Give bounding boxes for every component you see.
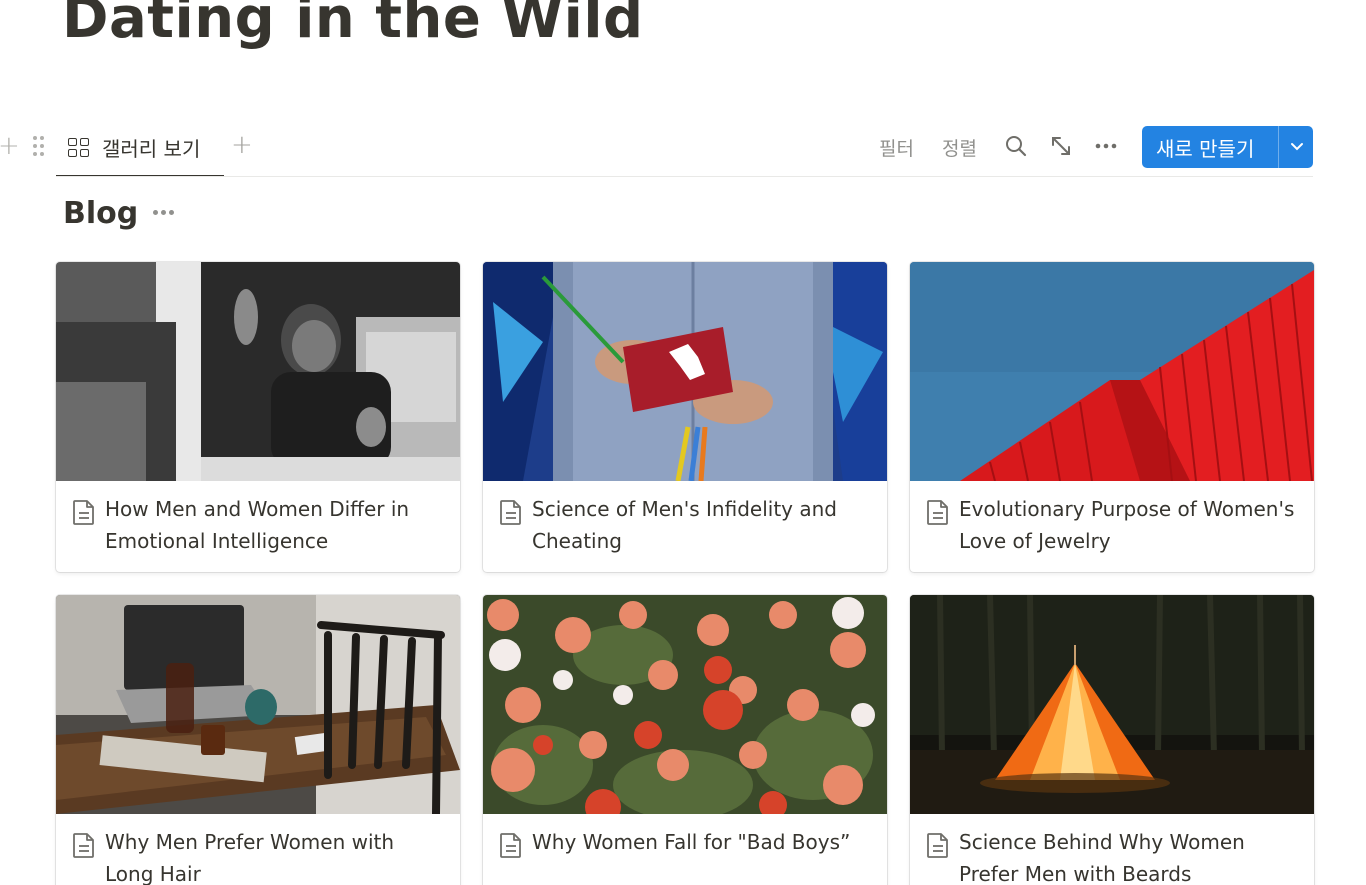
page-document-icon — [926, 831, 950, 859]
gallery-card[interactable]: Science Behind Why Women Prefer Men with… — [910, 595, 1314, 885]
new-button-divider — [1278, 126, 1279, 168]
gallery-card[interactable]: Why Women Fall for "Bad Boys” — [483, 595, 887, 885]
filter-button[interactable]: 필터 — [879, 134, 914, 161]
chevron-down-icon[interactable] — [1287, 136, 1307, 156]
page-document-icon — [72, 498, 96, 526]
more-options-icon[interactable] — [1094, 134, 1118, 158]
card-title: Science of Men's Infidelity and Cheating — [532, 497, 837, 553]
gallery-card[interactable]: Why Men Prefer Women with Long Hair — [56, 595, 460, 885]
new-button-label: 새로 만들기 — [1156, 137, 1255, 161]
add-view-icon[interactable]: + — [231, 132, 253, 158]
page-document-icon — [72, 831, 96, 859]
tab-gallery-view-label: 갤러리 보기 — [102, 137, 201, 161]
new-button[interactable]: 새로 만들기 — [1142, 126, 1313, 168]
gallery-card[interactable]: Evolutionary Purpose of Women's Love of … — [910, 262, 1314, 572]
gallery-card[interactable]: Science of Men's Infidelity and Cheating — [483, 262, 887, 572]
page-document-icon — [499, 831, 523, 859]
tab-gallery-view[interactable]: 갤러리 보기 — [56, 124, 224, 177]
card-title: Evolutionary Purpose of Women's Love of … — [959, 497, 1295, 553]
group-title: Blog — [63, 196, 139, 231]
card-cover-image — [56, 262, 460, 481]
card-title: Why Men Prefer Women with Long Hair — [105, 830, 395, 885]
sort-button[interactable]: 정렬 — [942, 134, 977, 161]
database-view-bar: + 갤러리 보기 + 필터 정렬 새로 만들기 — [0, 124, 1313, 177]
expand-icon[interactable] — [1049, 134, 1073, 158]
page-document-icon — [499, 498, 523, 526]
group-more-icon[interactable] — [151, 206, 177, 220]
add-block-icon[interactable]: + — [0, 133, 20, 159]
card-title: How Men and Women Differ in Emotional In… — [105, 497, 410, 553]
card-cover-image — [483, 595, 887, 814]
page-title: Dating in the Wild — [62, 0, 644, 51]
search-icon[interactable] — [1004, 134, 1028, 158]
card-title: Science Behind Why Women Prefer Men with… — [959, 830, 1245, 885]
card-cover-image — [910, 595, 1314, 814]
view-bar-divider — [56, 176, 1313, 177]
page-document-icon — [926, 498, 950, 526]
card-cover-image — [483, 262, 887, 481]
gallery-grid-icon — [68, 138, 90, 158]
card-cover-image — [910, 262, 1314, 481]
card-title: Why Women Fall for "Bad Boys” — [532, 830, 851, 854]
gallery-card[interactable]: How Men and Women Differ in Emotional In… — [56, 262, 460, 572]
drag-handle-icon[interactable] — [32, 136, 46, 158]
card-cover-image — [56, 595, 460, 814]
